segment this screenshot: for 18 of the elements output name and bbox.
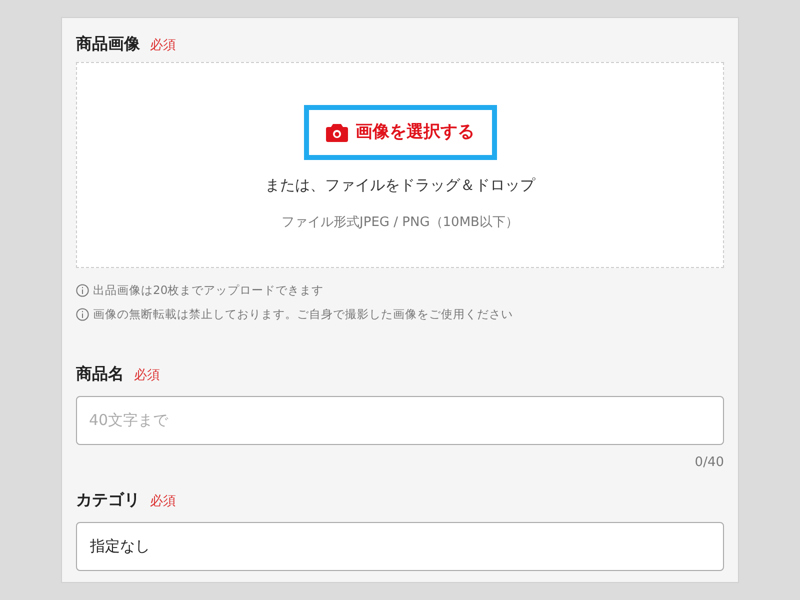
info-note: 出品画像は20枚までアップロードできます	[93, 282, 324, 299]
info-icon	[76, 284, 89, 298]
select-image-button[interactable]: 画像を選択する	[304, 105, 496, 160]
format-note: ファイル形式JPEG / PNG（10MB以下）	[282, 214, 518, 232]
required-tag: 必須	[150, 492, 176, 512]
field-label: 商品名	[76, 362, 124, 384]
field-label: カテゴリ	[76, 489, 140, 511]
drop-zone[interactable]: 画像を選択する または、ファイルをドラッグ＆ドロップ ファイル形式JPEG / PNG（10MB以下）	[76, 62, 724, 268]
required-tag: 必須	[134, 366, 160, 385]
category-select[interactable]: 指定なし	[76, 522, 724, 571]
camera-icon	[326, 123, 348, 142]
drop-instruction: または、ファイルをドラッグ＆ドロップ	[265, 175, 535, 196]
required-tag: 必須	[150, 36, 176, 56]
field-label: 商品画像	[76, 33, 140, 55]
info-icon	[76, 308, 89, 322]
product-name-field[interactable]: 40文字まで	[76, 396, 724, 444]
info-note: 画像の無断転載は禁止しております。ご自身で撮影した画像をご使用ください	[93, 306, 513, 324]
character-counter: 0/40	[694, 454, 724, 472]
